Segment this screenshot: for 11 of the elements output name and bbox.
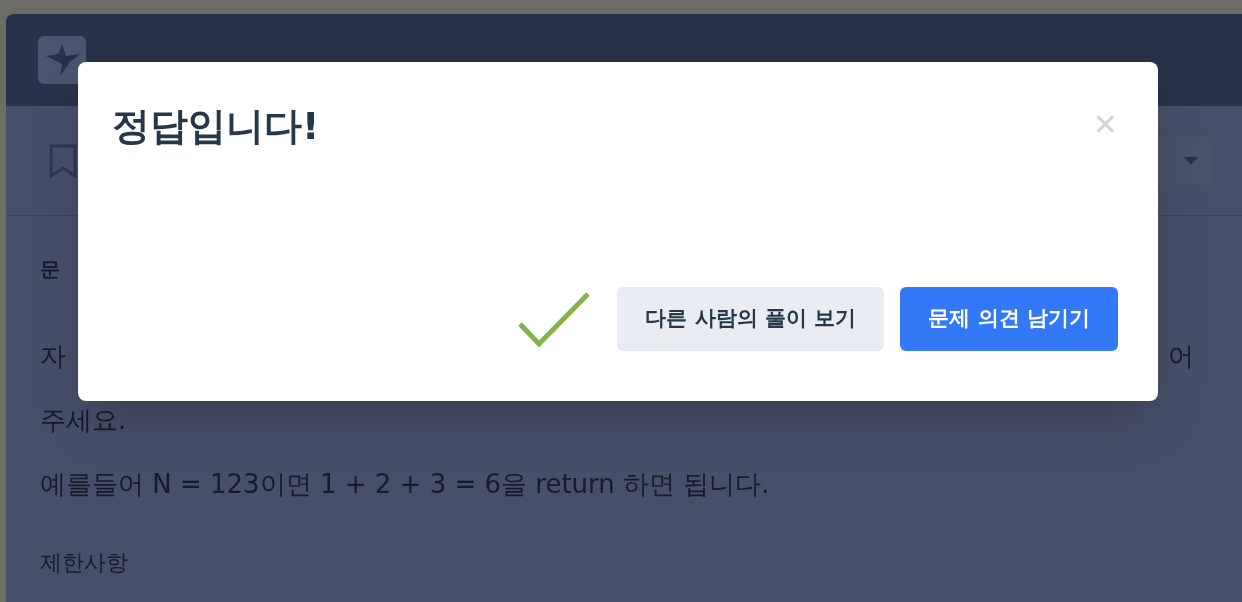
description-text: 예를들어 N = 123이면 1 + 2 + 3 = 6을 return 하면 됩니다. [40, 467, 770, 501]
section-label: 문 [40, 256, 61, 283]
checkmark-icon [517, 290, 592, 348]
description-text: 자 [40, 339, 66, 373]
description-text: 어 [1168, 339, 1194, 373]
dialog-button[interactable]: 문제 의견 남기기 [900, 287, 1118, 351]
constraints-label: 제한사항 [40, 549, 129, 577]
dialog-title: 정답입니다! [112, 103, 320, 150]
dialog-button[interactable]: 다른 사람의 풀이 보기 [617, 287, 885, 351]
caret-icon [1184, 156, 1198, 165]
description-text: 주세요. [40, 403, 127, 437]
